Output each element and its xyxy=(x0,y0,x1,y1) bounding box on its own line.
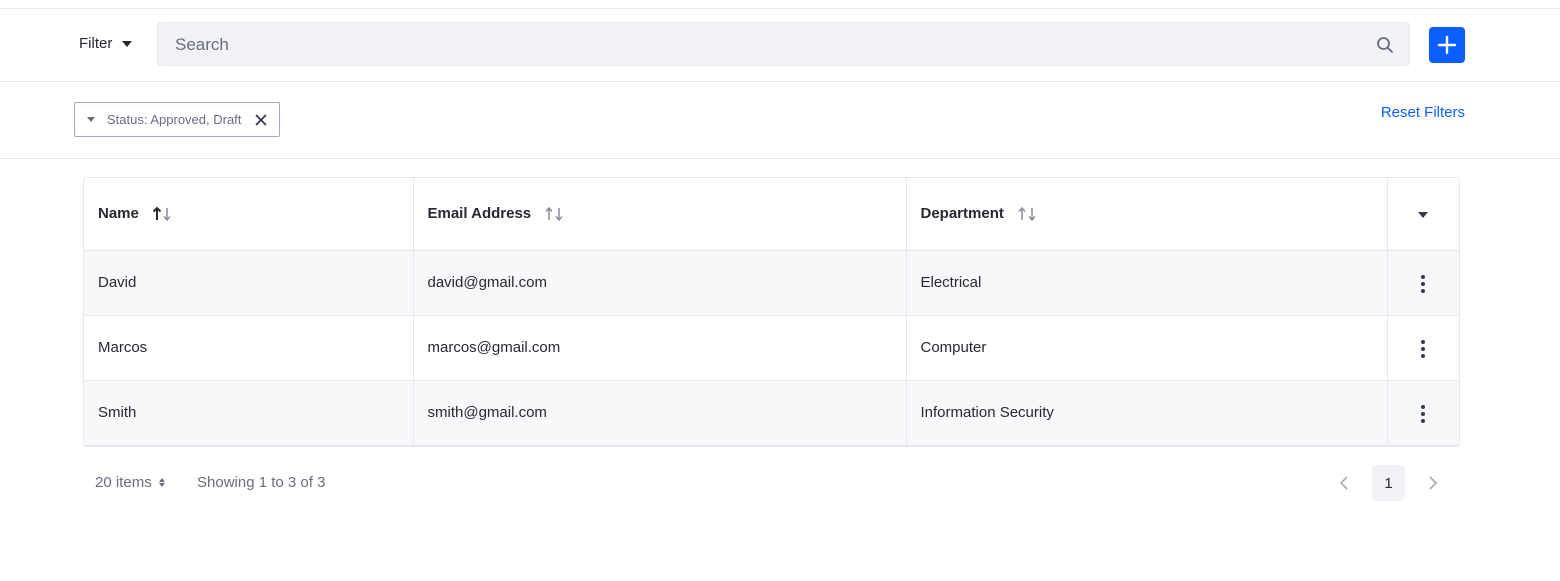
column-header-label: Department xyxy=(920,205,1004,223)
search-icon[interactable] xyxy=(1376,36,1394,54)
cell-department: Electrical xyxy=(906,250,1388,316)
management-toolbar: Filter xyxy=(0,9,1560,82)
cell-department: Computer xyxy=(906,315,1388,381)
cell-email: marcos@gmail.com xyxy=(413,315,907,381)
column-header-department: Department xyxy=(906,178,1388,251)
filter-chip-label: Status: Approved, Draft xyxy=(107,112,242,127)
filter-chip-status[interactable]: Status: Approved, Draft xyxy=(74,102,281,137)
chevron-left-icon xyxy=(1339,476,1348,490)
filter-dropdown-button[interactable]: Filter xyxy=(79,35,133,52)
filter-label: Filter xyxy=(79,35,113,52)
items-per-page-label: 20 items xyxy=(95,474,152,491)
pagination: 1 xyxy=(1327,465,1450,501)
active-filters-bar: Status: Approved, Draft Reset Filters xyxy=(0,82,1560,159)
more-actions-icon[interactable] xyxy=(1415,400,1431,429)
more-actions-icon[interactable] xyxy=(1415,270,1431,299)
cell-actions xyxy=(1387,315,1459,381)
column-header-label: Name xyxy=(98,205,139,223)
cell-department: Information Security xyxy=(906,380,1388,446)
cell-actions xyxy=(1387,380,1459,446)
more-actions-icon[interactable] xyxy=(1415,335,1431,364)
column-header-actions xyxy=(1387,178,1459,251)
sort-updown-icon xyxy=(158,478,165,487)
pagination-results: Showing 1 to 3 of 3 xyxy=(197,474,326,491)
sort-icon[interactable] xyxy=(543,206,565,222)
table-row: Marcos marcos@gmail.com Computer xyxy=(84,315,1459,381)
chevron-right-icon xyxy=(1429,476,1438,490)
table-row: David david@gmail.com Electrical xyxy=(84,250,1459,316)
caret-down-icon xyxy=(87,117,95,122)
search-input[interactable] xyxy=(158,23,1367,67)
reset-filters-link[interactable]: Reset Filters xyxy=(1381,104,1465,121)
column-header-email: Email Address xyxy=(413,178,907,251)
previous-page-button[interactable] xyxy=(1327,465,1361,501)
plus-icon xyxy=(1437,35,1457,55)
next-page-button[interactable] xyxy=(1416,465,1450,501)
table-row: Smith smith@gmail.com Information Securi… xyxy=(84,380,1459,446)
pagination-bar: 20 items Showing 1 to 3 of 3 1 xyxy=(95,465,1445,501)
sort-ascending-icon[interactable] xyxy=(151,206,173,222)
cell-name: Marcos xyxy=(84,315,414,381)
cell-email: david@gmail.com xyxy=(413,250,907,316)
cell-name: David xyxy=(84,250,414,316)
caret-down-icon[interactable] xyxy=(1418,212,1429,219)
items-per-page-dropdown[interactable]: 20 items xyxy=(95,474,165,491)
cell-actions xyxy=(1387,250,1459,316)
caret-down-icon xyxy=(122,40,133,47)
column-header-name: Name xyxy=(84,178,414,251)
search-bar xyxy=(157,22,1410,67)
add-button[interactable] xyxy=(1429,27,1465,63)
close-icon[interactable] xyxy=(255,114,267,126)
cell-name: Smith xyxy=(84,380,414,446)
data-table: Name Email Address Department David davi… xyxy=(83,177,1460,447)
page-button-current[interactable]: 1 xyxy=(1372,465,1405,501)
column-header-label: Email Address xyxy=(427,205,532,223)
sort-icon[interactable] xyxy=(1016,206,1038,222)
cell-email: smith@gmail.com xyxy=(413,380,907,446)
table-header-row: Name Email Address Department xyxy=(84,178,1459,251)
